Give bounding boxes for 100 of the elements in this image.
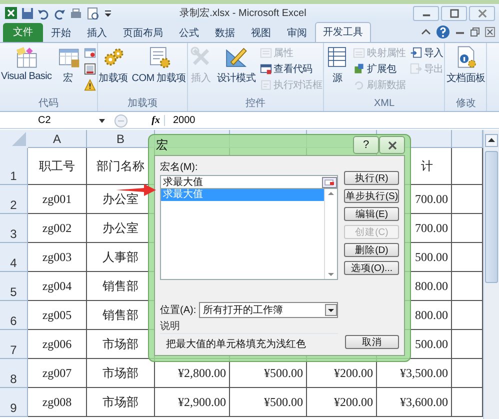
dialog-button[interactable]: 删除(D) [344, 243, 399, 257]
ribbon-button[interactable]: 导入 [410, 46, 444, 60]
row-header[interactable]: 2 [0, 185, 28, 214]
table-cell: zg006 [28, 330, 87, 359]
ribbon-button[interactable]: 查看代码 [260, 62, 322, 76]
field-label: 宏名(M): [160, 160, 199, 174]
row-header[interactable]: 3 [0, 214, 28, 243]
column-header[interactable]: B [87, 130, 155, 148]
ribbon-button[interactable]: 宏 [56, 45, 80, 85]
row-header[interactable]: 4 [0, 243, 28, 272]
properties-icon [260, 47, 272, 59]
printer-icon [69, 6, 83, 20]
excel-logo-icon [4, 6, 18, 20]
record-macro-icon[interactable] [84, 47, 96, 59]
group-label: 控件 [244, 97, 266, 111]
close-button[interactable] [469, 6, 495, 20]
ribbon-tab[interactable]: 插入 [79, 24, 115, 42]
row-header[interactable]: 6 [0, 301, 28, 330]
row-header[interactable]: 5 [0, 272, 28, 301]
ribbon-tab[interactable]: 视图 [243, 24, 279, 42]
row-header[interactable]: 9 [0, 388, 28, 417]
table-cell: zg003 [28, 243, 87, 272]
dialog-button[interactable]: 编辑(E) [344, 207, 399, 221]
ribbon-button[interactable]: 扩展包 [353, 62, 406, 76]
view-code-icon [260, 63, 272, 75]
row-header[interactable]: 8 [0, 359, 28, 388]
save-icon [21, 6, 34, 20]
table-cell: ¥2,900.00 [155, 388, 230, 417]
refresh-icon [353, 79, 366, 91]
macro-name-field[interactable]: 求最大值 [160, 175, 338, 189]
ribbon-button[interactable]: 设计模式 [216, 45, 256, 85]
field-label: 位置(A): [160, 304, 196, 317]
ribbon-tab[interactable]: 开始 [43, 24, 79, 42]
formula-field[interactable]: 2000 [164, 115, 499, 126]
import-icon [410, 47, 422, 59]
maximize-icon [450, 8, 458, 18]
ribbon-button[interactable]: COM 加载项 [132, 45, 186, 85]
group-label: 修改 [454, 97, 477, 111]
print-preview-icon [86, 6, 100, 20]
name-box[interactable]: C2 [0, 114, 110, 128]
minimize-button[interactable] [413, 6, 439, 20]
relative-reference-icon[interactable] [84, 63, 96, 75]
ribbon-button[interactable]: Visual Basic [1, 45, 52, 82]
restore-icon [470, 27, 480, 37]
table-cell: ¥500.00 [230, 388, 307, 417]
map-properties-icon [353, 47, 366, 59]
location-dropdown[interactable]: 所有打开的工作簿 [199, 302, 338, 318]
table-cell: 市场部 [87, 388, 155, 417]
description-text: 把最大值的单元格填充为浅红色 [165, 338, 307, 351]
expand-handle-icon [114, 114, 128, 128]
ruler-pencil-icon [224, 45, 248, 69]
dropdown-icon [325, 304, 338, 316]
ribbon-button[interactable]: 源 [325, 45, 350, 85]
ribbon-tab[interactable]: 数据 [207, 24, 243, 42]
row-header[interactable]: 1 [0, 148, 28, 185]
group-label: XML [372, 97, 396, 111]
dropdown-icon [98, 116, 106, 124]
ribbon-tab[interactable]: 页面布局 [115, 24, 171, 42]
file-tab[interactable]: 文件 [3, 23, 43, 42]
help-button[interactable]: ? [353, 136, 379, 154]
column-header[interactable]: A [28, 130, 87, 148]
section-label: 说明 [160, 319, 338, 334]
close-button[interactable] [379, 136, 405, 154]
table-cell: zg007 [28, 359, 87, 388]
expansion-pack-icon [353, 63, 366, 75]
dialog-title: 宏 [155, 136, 168, 154]
ribbon-tab[interactable]: 公式 [171, 24, 207, 42]
maximize-button[interactable] [441, 6, 467, 20]
insert-function-button[interactable]: fx [132, 115, 160, 126]
close-icon [478, 8, 486, 18]
ribbon-tab[interactable]: 开发工具 [315, 22, 371, 42]
dialog-button[interactable]: 选项(O)... [344, 261, 399, 275]
cancel-button[interactable]: 取消 [345, 335, 399, 349]
group-label: 代码 [37, 97, 60, 111]
close-icon [388, 140, 396, 150]
group-label: 加载项 [126, 97, 158, 111]
table-cell: zg001 [28, 185, 87, 214]
ribbon-button[interactable]: 文档面板 [446, 45, 486, 85]
dialog-icon [260, 79, 272, 91]
table-cell: zg004 [28, 272, 87, 301]
table-cell: zg005 [28, 301, 87, 330]
warning-icon[interactable] [84, 79, 96, 91]
table-cell: zg008 [28, 388, 87, 417]
ribbon-button[interactable]: 加载项 [98, 45, 128, 85]
table-cell: zg002 [28, 214, 87, 243]
window-title: 录制宏.xlsx - Microsoft Excel [178, 6, 308, 20]
table-cell: 职工号 [28, 148, 87, 185]
select-all-corner-icon [0, 130, 28, 148]
close-icon [485, 27, 495, 37]
vb-toolbox-icon [14, 45, 38, 69]
scroll-down-icon [326, 271, 336, 279]
dialog-button[interactable]: 执行(R) [344, 171, 399, 185]
dialog-button[interactable]: 单步执行(S) [344, 189, 399, 203]
ribbon-tab[interactable]: 审阅 [279, 24, 315, 42]
row-header[interactable]: 7 [0, 330, 28, 359]
table-cell: ¥3,600.00 [377, 388, 452, 417]
table-cell: ¥200.00 [307, 388, 377, 417]
scrollbar-thumb[interactable] [485, 151, 498, 283]
collapse-ribbon-icon [421, 27, 431, 37]
help-icon [436, 25, 450, 39]
